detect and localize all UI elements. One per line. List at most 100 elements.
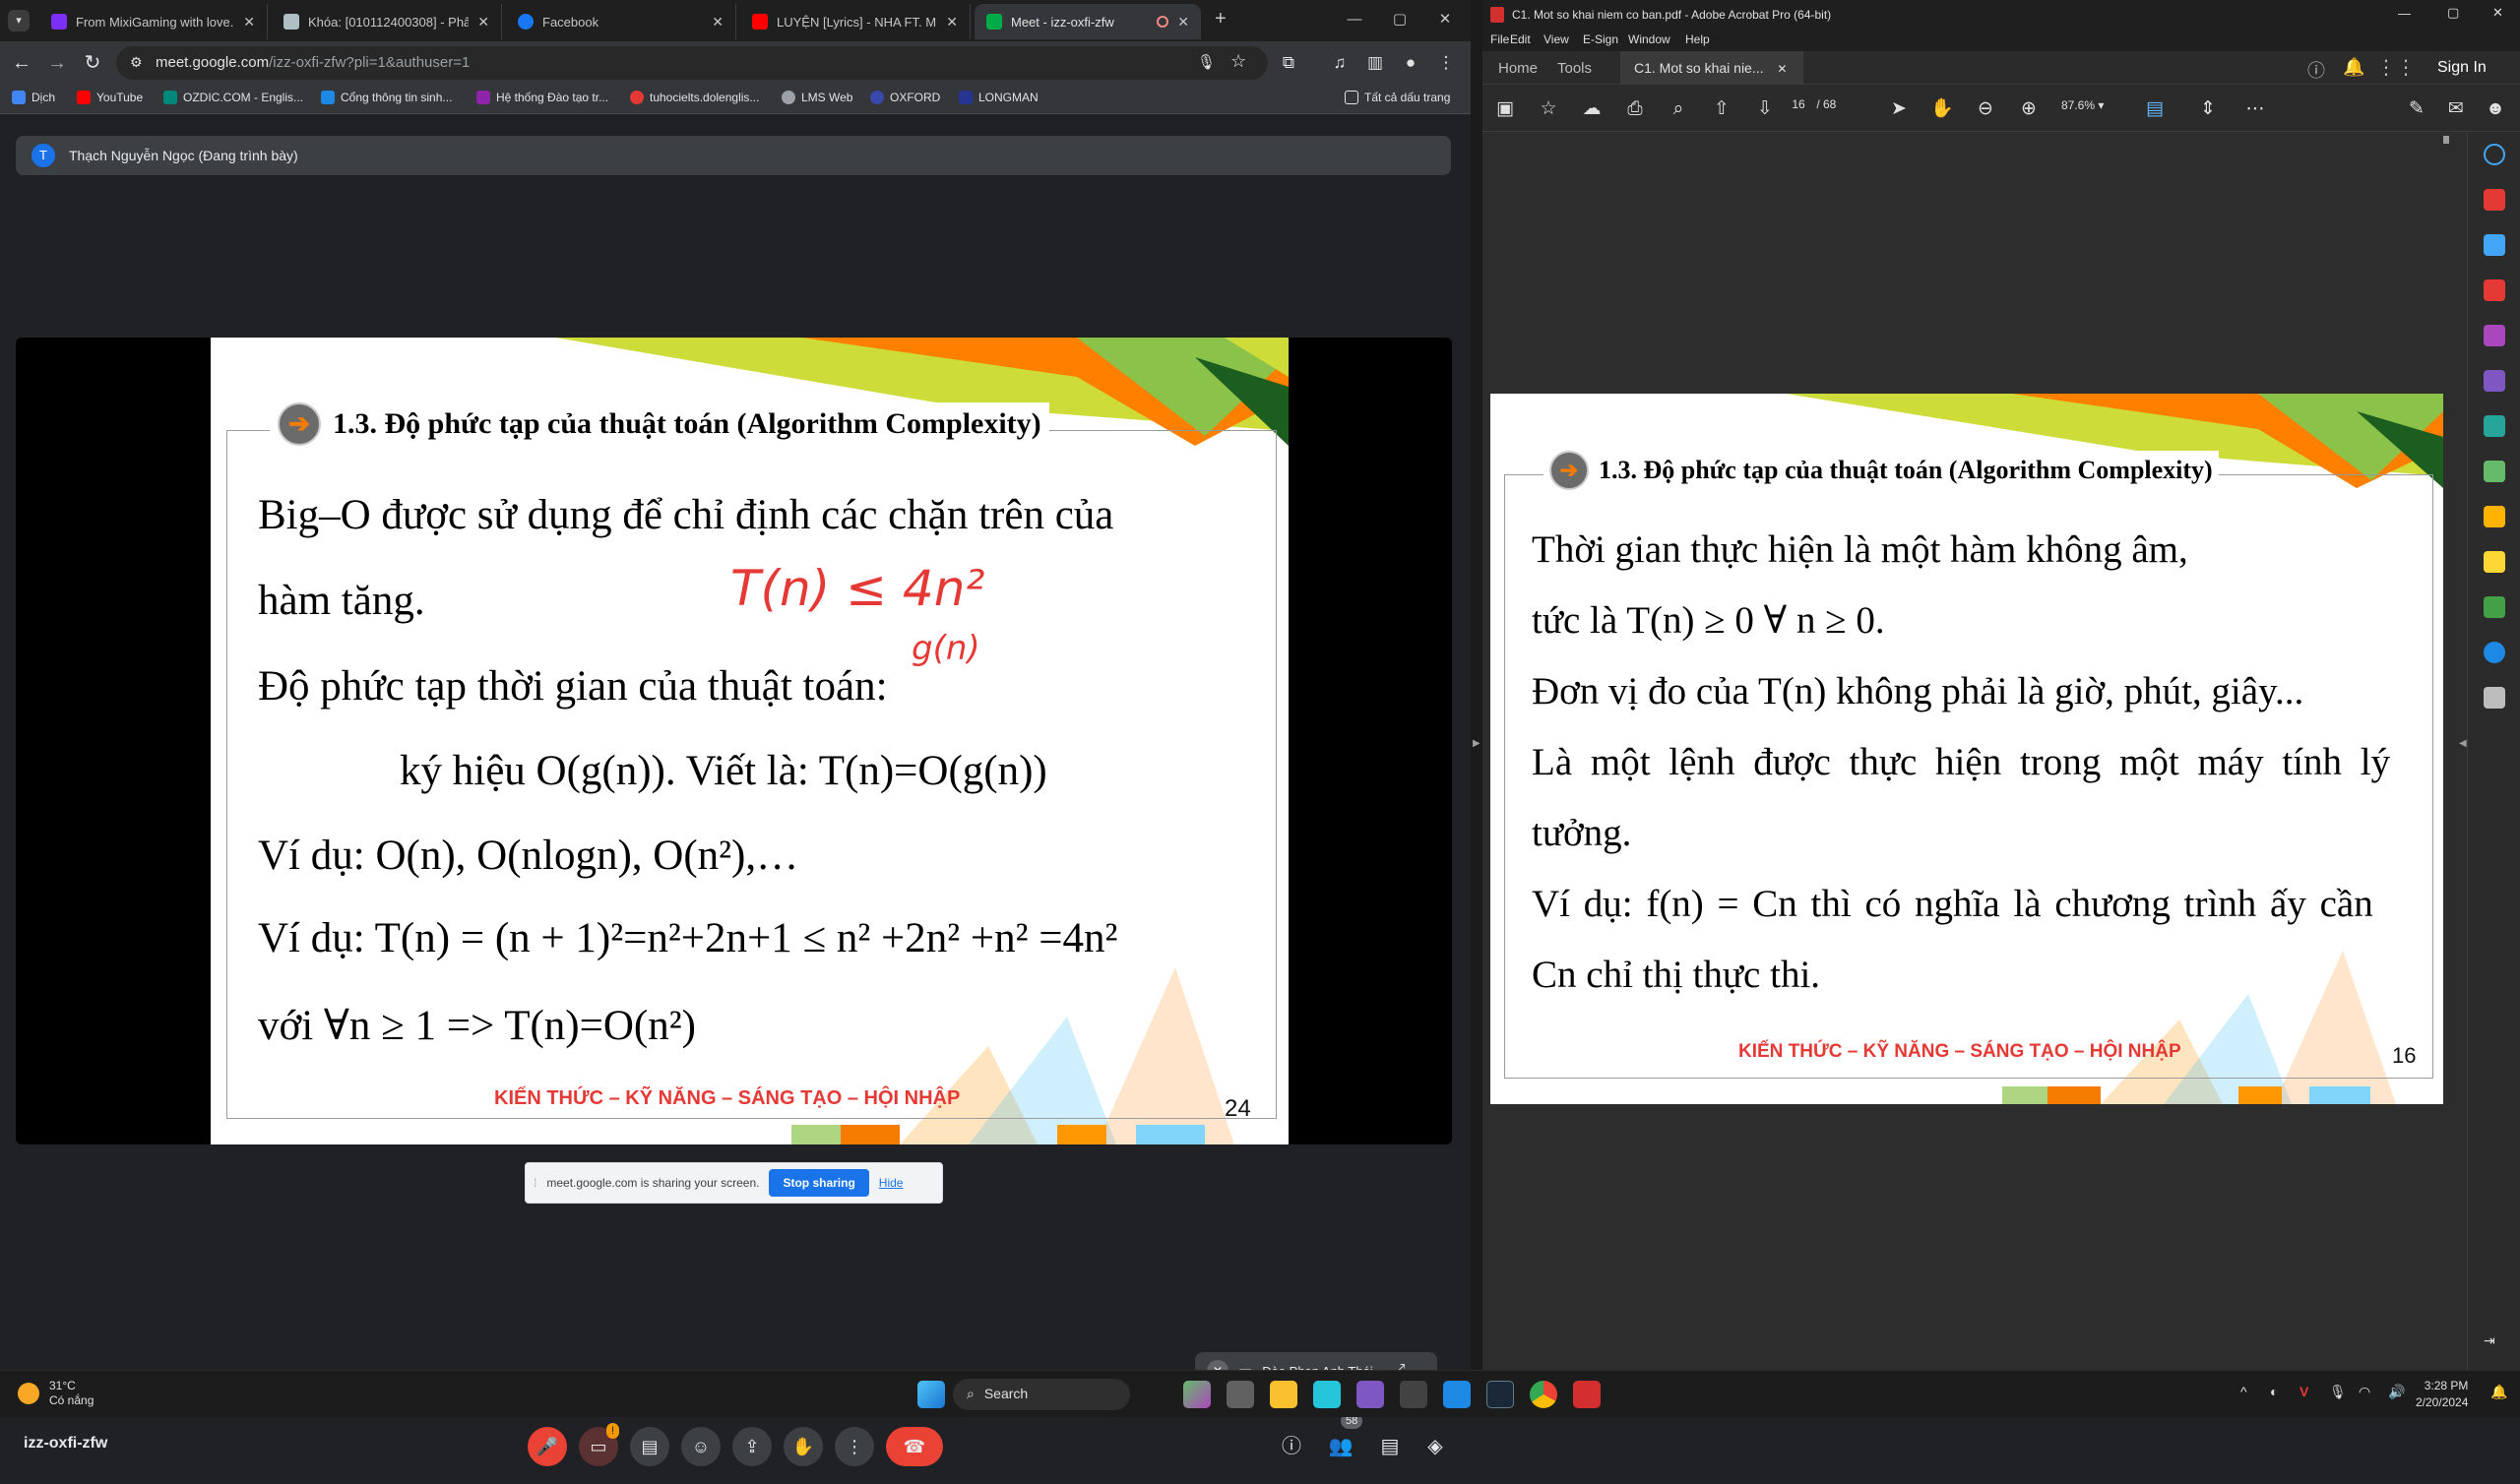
tab-document[interactable]: C1. Mot so khai nie... ✕ (1620, 51, 1803, 85)
acrobat-icon[interactable] (1573, 1381, 1601, 1408)
scroll-mode-icon[interactable]: ⇕ (2195, 96, 2221, 122)
zoom-search-icon[interactable]: ⌕ (1666, 96, 1691, 122)
help-icon[interactable]: ⓘ (2307, 57, 2325, 83)
tab-tools[interactable]: Tools (1557, 60, 1592, 77)
zalo-icon[interactable] (1443, 1381, 1471, 1408)
site-info-icon[interactable]: ⚙ (130, 54, 143, 71)
scan-ocr-icon[interactable] (2484, 596, 2505, 618)
bookmark-he-thong[interactable]: Hệ thống Đào tạo tr... (476, 91, 608, 104)
microphone-icon[interactable]: 🎙 (2329, 1384, 2347, 1400)
drag-handle-icon[interactable]: ⁞ (534, 1176, 536, 1190)
share-user-icon[interactable]: ☻ (2483, 96, 2508, 122)
close-icon[interactable]: ✕ (243, 14, 255, 31)
notifications-icon[interactable]: 🔔 (2343, 57, 2364, 78)
info-icon[interactable]: ⓘ (1276, 1431, 1307, 1462)
all-bookmarks[interactable]: Tất cả dấu trang (1345, 91, 1450, 104)
edit-pdf-icon[interactable] (2484, 370, 2505, 392)
close-icon[interactable]: ✕ (1177, 14, 1189, 31)
visual-studio-icon[interactable] (1356, 1381, 1384, 1408)
search-icon[interactable] (2484, 144, 2505, 165)
chevron-left-icon[interactable]: ◀ (2459, 738, 2467, 749)
chat-icon[interactable]: ▤ (1374, 1431, 1406, 1462)
bookmark-star-icon[interactable]: ☆ (1536, 96, 1561, 122)
github-icon[interactable] (1400, 1381, 1427, 1408)
more-tools-icon[interactable]: ⋯ (2242, 96, 2268, 122)
maximize-button[interactable]: ▢ (1380, 6, 1419, 33)
close-window-button[interactable]: ✕ (1425, 6, 1465, 33)
edit-pen-icon[interactable]: ✎ (2404, 96, 2429, 122)
page-fit-icon[interactable]: ▤ (2142, 96, 2168, 122)
activities-icon[interactable]: ◈ (1419, 1431, 1451, 1462)
tab-khoa[interactable]: Khóa: [010112400308] - Phân t ✕ (272, 4, 502, 39)
emoji-button[interactable]: ☺ (681, 1427, 721, 1466)
file-explorer-icon[interactable] (1270, 1381, 1297, 1408)
profile-icon[interactable]: ● (1398, 50, 1423, 76)
minimize-button[interactable]: — (1335, 6, 1374, 33)
more-tools-icon[interactable] (2484, 687, 2505, 709)
reload-button[interactable]: ↻ (79, 49, 106, 77)
volume-icon[interactable]: 🔊 (2388, 1384, 2405, 1400)
compare-files-icon[interactable] (2484, 461, 2505, 482)
close-window-button[interactable]: ✕ (2492, 5, 2503, 21)
stop-sharing-button[interactable]: Stop sharing (769, 1169, 869, 1197)
maximize-button[interactable]: ▢ (2447, 5, 2459, 21)
protect-icon[interactable] (2484, 506, 2505, 527)
app-tray-icon[interactable]: ◐ (2270, 1384, 2278, 1399)
notification-bell-icon[interactable]: 🔔 (2490, 1384, 2507, 1400)
close-icon[interactable]: ✕ (477, 14, 489, 31)
side-panel-icon[interactable]: ▥ (1362, 50, 1388, 76)
present-button[interactable]: ⇪ (732, 1427, 772, 1466)
close-icon[interactable]: ✕ (946, 14, 958, 31)
tab-home[interactable]: Home (1498, 60, 1538, 77)
refresh-app-icon[interactable] (1313, 1381, 1341, 1408)
close-icon[interactable]: ✕ (712, 14, 724, 31)
address-bar[interactable]: ⚙ meet.google.com/izz-oxfi-zfw?pli=1&aut… (116, 46, 1268, 80)
upload-icon[interactable]: ☁ (1579, 96, 1605, 122)
bookmark-youtube[interactable]: YouTube (77, 91, 143, 104)
tab-mixigaming[interactable]: From MixiGaming with love... - ✕ (39, 4, 268, 39)
window-splitter[interactable]: ▶ (1471, 0, 1482, 1370)
save-icon[interactable]: ▣ (1492, 96, 1518, 122)
select-tool-icon[interactable]: ➤ (1886, 96, 1912, 122)
collapse-rail-icon[interactable]: ⇥ (2484, 1332, 2505, 1354)
page-up-icon[interactable]: ⇧ (1709, 96, 1734, 122)
chevron-up-icon[interactable]: ^ (2240, 1384, 2247, 1399)
tab-meet[interactable]: Meet - izz-oxfi-zfw ✕ (975, 4, 1201, 39)
raise-hand-button[interactable]: ✋ (784, 1427, 823, 1466)
weather-widget[interactable]: 31°C Có nắng (18, 1379, 94, 1408)
request-signature-icon[interactable] (2484, 415, 2505, 437)
menu-file[interactable]: File (1490, 32, 1509, 46)
create-pdf-icon[interactable] (2484, 234, 2505, 256)
extensions-icon[interactable]: ⧉ (1276, 50, 1301, 76)
bookmark-tuhocielts[interactable]: tuhocielts.dolenglis... (630, 91, 759, 104)
microphone-toggle-button[interactable]: 🎤 (528, 1427, 567, 1466)
bookmark-dich[interactable]: Dịch (12, 91, 55, 104)
comment-icon[interactable] (2484, 551, 2505, 573)
task-view-icon[interactable] (1227, 1381, 1254, 1408)
tab-youtube[interactable]: LUYỆN [Lyrics] - NHA FT. MDR ✕ (740, 4, 971, 39)
hide-button[interactable]: Hide (879, 1176, 904, 1190)
scrollbar-thumb[interactable] (2443, 136, 2449, 144)
wifi-icon[interactable]: ◠ (2359, 1384, 2370, 1400)
bookmark-cong-thong-tin[interactable]: Cổng thông tin sinh... (321, 91, 452, 104)
microphone-icon[interactable]: 🎙 (1197, 53, 1216, 71)
close-icon[interactable]: ✕ (1777, 62, 1787, 76)
zoom-in-icon[interactable]: ⊕ (2016, 96, 2042, 122)
system-clock[interactable]: 3:28 PM 2/20/2024 (2416, 1378, 2468, 1411)
hand-tool-icon[interactable]: ✋ (1929, 96, 1955, 122)
chrome-icon[interactable] (1530, 1381, 1557, 1408)
start-icon[interactable] (917, 1381, 945, 1408)
menu-icon[interactable]: ⋮ (1433, 50, 1459, 76)
bookmark-lms[interactable]: LMS Web (782, 91, 852, 104)
minimize-button[interactable]: — (2398, 6, 2411, 21)
bookmark-ozdic[interactable]: OZDIC.COM - Englis... (163, 91, 303, 104)
export-pdf-icon[interactable] (2484, 189, 2505, 211)
organize-pages-icon[interactable] (2484, 279, 2505, 301)
zoom-out-icon[interactable]: ⊖ (1973, 96, 1998, 122)
email-icon[interactable]: ✉ (2443, 96, 2469, 122)
fill-sign-icon[interactable] (2484, 325, 2505, 346)
new-tab-button[interactable]: + (1215, 8, 1227, 31)
print-icon[interactable]: ⎙ (1622, 96, 1648, 122)
captions-button[interactable]: ▤ (630, 1427, 669, 1466)
tab-search-button[interactable]: ▾ (8, 10, 30, 31)
